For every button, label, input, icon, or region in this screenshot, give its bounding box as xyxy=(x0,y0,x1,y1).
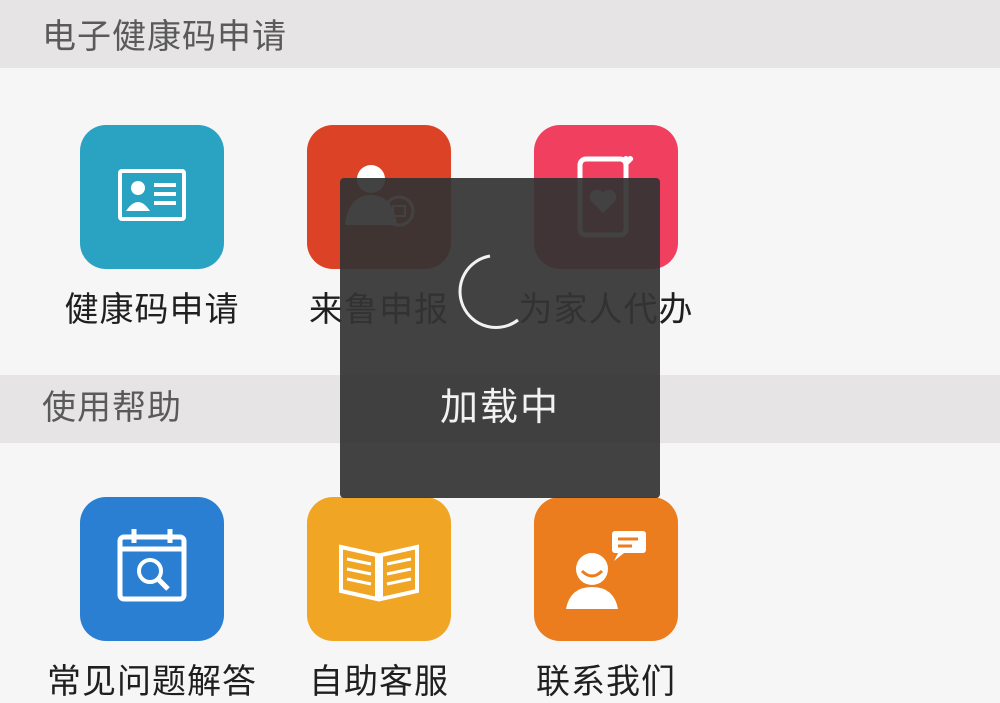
calendar-search-icon xyxy=(117,529,187,602)
self-service-button[interactable] xyxy=(307,497,451,641)
self-service-label: 自助客服 xyxy=(309,662,449,702)
faq-label: 常见问题解答 xyxy=(47,662,257,702)
section-header-health-code: 电子健康码申请 xyxy=(0,0,1000,68)
health-code-apply-label: 健康码申请 xyxy=(64,290,240,330)
health-code-apply-button[interactable] xyxy=(80,125,224,269)
loading-text: 加载中 xyxy=(439,385,560,429)
contact-us-button[interactable] xyxy=(534,497,678,641)
book-icon xyxy=(339,544,419,602)
loading-overlay: 加载中 xyxy=(340,178,660,498)
spinner-icon xyxy=(458,254,519,329)
chat-person-icon xyxy=(566,531,646,609)
id-card-icon xyxy=(118,169,186,221)
faq-button[interactable] xyxy=(80,497,224,641)
contact-us-label: 联系我们 xyxy=(536,662,676,702)
